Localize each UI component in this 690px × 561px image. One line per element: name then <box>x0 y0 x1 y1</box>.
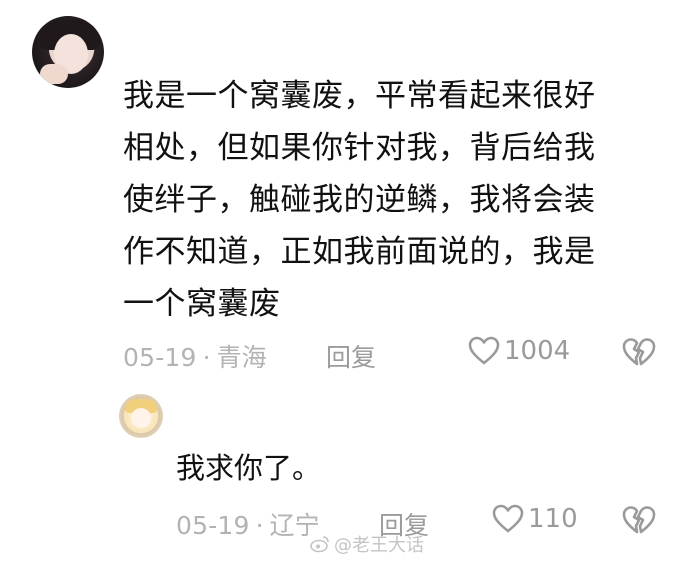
watermark: @老王大话 <box>310 531 424 557</box>
comment-meta: 05-19 · 青海 <box>123 338 267 374</box>
comment-line: 一个窝囊废 <box>123 286 281 322</box>
avatar-hand <box>40 64 68 84</box>
watermark-text: @老王大话 <box>334 535 424 556</box>
comment-line: 使绊子，触碰我的逆鳞，我将会装 <box>123 182 596 218</box>
comment-reply-button[interactable]: 回复 <box>326 338 376 374</box>
commenter-avatar[interactable] <box>32 16 104 88</box>
heart-icon <box>468 336 500 365</box>
comment-line: 相处，但如果你针对我，背后给我 <box>123 130 596 166</box>
comment-line: 我是一个窝囊废，平常看起来很好 <box>123 78 596 114</box>
meta-separator: · <box>202 343 211 372</box>
comment-text: 我是一个窝囊废，平常看起来很好 相处，但如果你针对我，背后给我 使绊子，触碰我的… <box>123 70 655 330</box>
reply-meta: 05-19 · 辽宁 <box>176 506 320 542</box>
comment-date: 05-19 <box>123 343 197 372</box>
heart-icon <box>492 504 524 533</box>
meta-separator: · <box>255 511 264 540</box>
reply-text: 我求你了。 <box>176 451 322 485</box>
broken-heart-icon[interactable] <box>622 337 656 367</box>
reply-like-button[interactable]: 110 <box>492 504 578 534</box>
comment-line: 作不知道，正如我前面说的，我是 <box>123 234 596 270</box>
broken-heart-icon[interactable] <box>622 505 656 535</box>
comment-like-count: 1004 <box>504 336 571 366</box>
comment-location: 青海 <box>216 343 267 372</box>
comment-like-button[interactable]: 1004 <box>468 336 570 366</box>
reply-like-count: 110 <box>528 504 578 534</box>
avatar-face <box>131 408 151 428</box>
reply-date: 05-19 <box>176 511 250 540</box>
weibo-logo-icon <box>310 536 329 553</box>
replier-avatar[interactable] <box>119 394 163 438</box>
